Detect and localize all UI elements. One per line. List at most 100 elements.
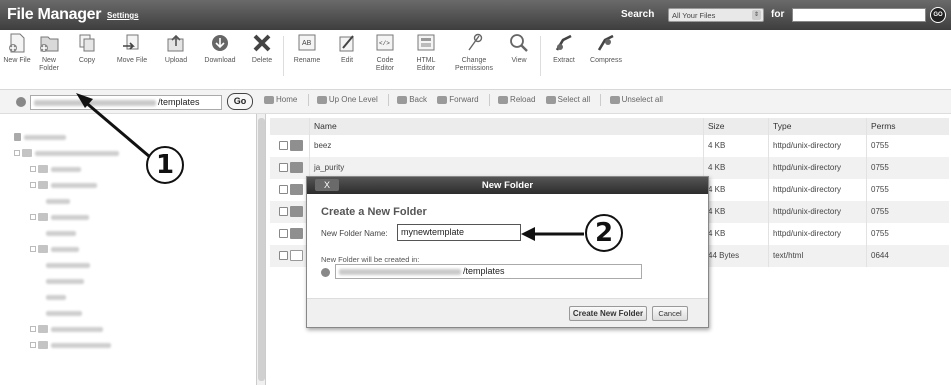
file-size: 4 KB xyxy=(704,201,769,223)
dialog-titlebar[interactable]: X New Folder xyxy=(307,177,708,194)
row-checkbox[interactable] xyxy=(279,229,288,238)
column-header-name[interactable]: Name xyxy=(310,118,704,135)
search-label: Search xyxy=(621,9,655,20)
row-checkbox[interactable] xyxy=(279,141,288,150)
dialog-title: New Folder xyxy=(481,180,534,191)
column-header-size[interactable]: Size xyxy=(704,118,769,135)
folder-icon xyxy=(290,162,303,173)
search-go-button[interactable]: GO xyxy=(930,7,946,23)
nav-divider xyxy=(387,94,389,106)
file-perms[interactable]: 0755 xyxy=(867,135,949,157)
folder-icon xyxy=(290,140,303,151)
toolbar-download[interactable]: Download xyxy=(196,32,244,65)
folder-name-input[interactable]: mynewtemplate xyxy=(397,224,521,241)
tree-item[interactable] xyxy=(46,260,246,270)
rename-icon: AB xyxy=(294,32,320,54)
tree-item[interactable] xyxy=(46,196,246,206)
folder-icon xyxy=(290,206,303,217)
create-new-folder-button[interactable]: Create New Folder xyxy=(569,306,647,321)
back-button[interactable]: Back xyxy=(397,95,427,104)
header-icon-cell xyxy=(270,118,310,135)
tree-item[interactable] xyxy=(46,276,246,286)
toolbar: New File New Folder Copy Move File Uploa… xyxy=(0,30,951,90)
toolbar-change-permissions[interactable]: Change Permissions xyxy=(448,32,500,73)
collapse-all-link[interactable] xyxy=(14,132,134,142)
scrollbar-thumb[interactable] xyxy=(258,118,265,381)
file-perms[interactable]: 0755 xyxy=(867,157,949,179)
file-size: 44 Bytes xyxy=(704,245,769,267)
tree-item[interactable] xyxy=(30,244,230,254)
tree-item[interactable] xyxy=(30,340,230,350)
tree-scrollbar[interactable] xyxy=(256,114,266,385)
tree-item[interactable] xyxy=(30,324,230,334)
tree-item[interactable] xyxy=(14,148,214,158)
file-size: 4 KB xyxy=(704,157,769,179)
toolbar-upload[interactable]: Upload xyxy=(158,32,194,65)
toolbar-copy[interactable]: Copy xyxy=(70,32,104,65)
tree-item[interactable] xyxy=(46,228,246,238)
file-perms[interactable]: 0644 xyxy=(867,245,949,267)
row-checkbox[interactable] xyxy=(279,185,288,194)
toolbar-code-editor[interactable]: </> Code Editor xyxy=(368,32,402,73)
tree-item[interactable] xyxy=(30,164,230,174)
file-type: httpd/unix-directory xyxy=(769,135,867,157)
up-one-level-button[interactable]: Up One Level xyxy=(316,95,378,104)
checkbox-empty-icon xyxy=(609,96,620,104)
toolbar-rename[interactable]: AB Rename xyxy=(288,32,326,65)
tree-item[interactable] xyxy=(46,292,246,302)
column-header-type[interactable]: Type xyxy=(769,118,867,135)
location-path-input[interactable]: /templates xyxy=(335,264,642,279)
search-input[interactable] xyxy=(792,8,926,22)
edit-icon xyxy=(334,32,360,54)
home-path-icon xyxy=(16,97,26,107)
nav-divider xyxy=(488,94,490,106)
toolbar-html-editor[interactable]: HTML Editor xyxy=(408,32,444,73)
redacted-text xyxy=(51,167,81,172)
collapse-icon xyxy=(14,133,21,141)
path-go-button[interactable]: Go xyxy=(227,93,253,110)
file-type: httpd/unix-directory xyxy=(769,201,867,223)
toolbar-edit[interactable]: Edit xyxy=(332,32,362,65)
new-folder-dialog: X New Folder Create a New Folder New Fol… xyxy=(306,176,709,328)
search-scope-select[interactable]: All Your Files ⇕ xyxy=(668,8,764,22)
toolbar-compress[interactable]: Compress xyxy=(584,32,628,65)
table-row[interactable]: beez 4 KB httpd/unix-directory 0755 xyxy=(270,135,949,157)
file-type: httpd/unix-directory xyxy=(769,223,867,245)
settings-link[interactable]: Settings xyxy=(107,11,139,20)
path-input[interactable]: /templates xyxy=(30,95,222,110)
redacted-text xyxy=(46,311,82,316)
toolbar-new-file[interactable]: New File xyxy=(2,32,32,65)
up-level-icon xyxy=(316,96,327,104)
home-button[interactable]: Home xyxy=(264,95,297,104)
folder-icon xyxy=(38,325,48,333)
tree-item[interactable] xyxy=(30,212,230,222)
redacted-text xyxy=(46,199,70,204)
file-perms[interactable]: 0755 xyxy=(867,179,949,201)
cancel-button[interactable]: Cancel xyxy=(652,306,688,321)
toolbar-extract[interactable]: Extract xyxy=(546,32,582,65)
folder-icon xyxy=(38,341,48,349)
toolbar-view[interactable]: View xyxy=(502,32,536,65)
select-arrows-icon: ⇕ xyxy=(752,10,761,20)
reload-button[interactable]: Reload xyxy=(498,95,535,104)
navigation-bar: Home Up One Level Back Forward Reload Se… xyxy=(264,94,671,110)
row-checkbox[interactable] xyxy=(279,251,288,260)
select-all-button[interactable]: Select all xyxy=(545,95,590,104)
column-header-perms[interactable]: Perms xyxy=(867,118,949,135)
tree-toggle-icon xyxy=(14,150,20,156)
forward-button[interactable]: Forward xyxy=(437,95,479,104)
file-name[interactable]: beez xyxy=(310,135,704,157)
toolbar-move-file[interactable]: Move File xyxy=(110,32,154,65)
row-checkbox[interactable] xyxy=(279,163,288,172)
redacted-text xyxy=(35,151,119,156)
toolbar-new-folder[interactable]: New Folder xyxy=(34,32,64,73)
row-checkbox[interactable] xyxy=(279,207,288,216)
unselect-all-button[interactable]: Unselect all xyxy=(609,95,663,104)
folder-icon xyxy=(290,228,303,239)
toolbar-divider xyxy=(540,36,541,76)
file-perms[interactable]: 0755 xyxy=(867,223,949,245)
tree-item[interactable] xyxy=(30,180,230,190)
file-perms[interactable]: 0755 xyxy=(867,201,949,223)
toolbar-delete[interactable]: Delete xyxy=(246,32,278,65)
tree-item[interactable] xyxy=(46,308,246,318)
